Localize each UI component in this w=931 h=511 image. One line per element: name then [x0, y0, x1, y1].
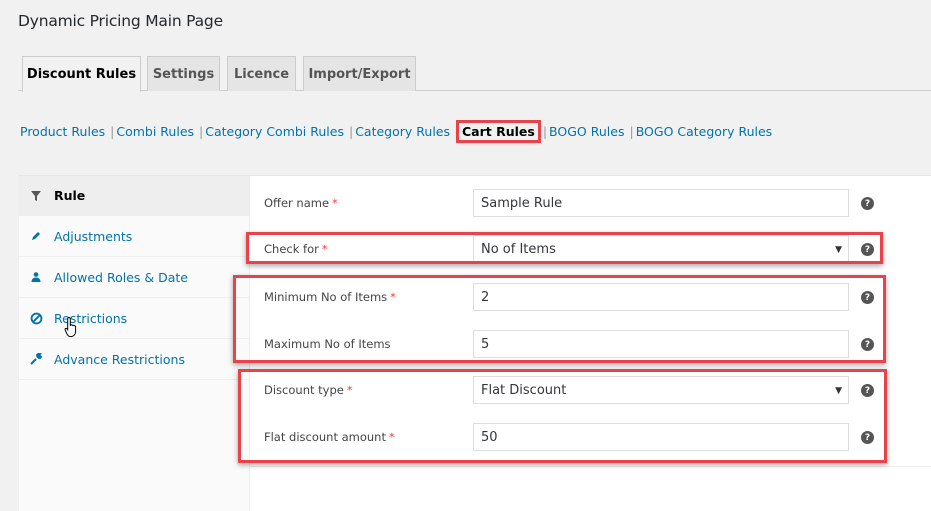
- help-icon[interactable]: ?: [861, 243, 874, 256]
- tab-settings[interactable]: Settings: [147, 56, 220, 91]
- field-maximum-items: Maximum No of Items 5 ?: [264, 329, 931, 359]
- sidebar-item-restrictions[interactable]: Restrictions: [19, 298, 249, 339]
- help-icon[interactable]: ?: [861, 291, 874, 304]
- form-divider: [251, 466, 931, 467]
- discount-type-select[interactable]: Flat Discount ▼: [473, 376, 849, 404]
- link-cart-rules[interactable]: Cart Rules: [456, 120, 541, 143]
- wrench-icon: [29, 352, 43, 366]
- link-product-rules[interactable]: Product Rules: [20, 124, 105, 139]
- help-icon[interactable]: ?: [861, 197, 874, 210]
- field-label: Discount type *: [264, 383, 353, 397]
- chevron-down-icon: ▼: [835, 245, 842, 255]
- link-bogo-category-rules[interactable]: BOGO Category Rules: [636, 124, 773, 139]
- help-icon[interactable]: ?: [861, 431, 874, 444]
- sidebar-item-adjustments[interactable]: Adjustments: [19, 216, 249, 257]
- user-icon: [29, 270, 43, 284]
- rule-type-links: Product Rules | Combi Rules | Category C…: [20, 120, 773, 143]
- field-minimum-items: Minimum No of Items * 2 ?: [264, 282, 931, 312]
- tab-licence[interactable]: Licence: [227, 56, 296, 91]
- link-bogo-rules[interactable]: BOGO Rules: [549, 124, 624, 139]
- field-label: Maximum No of Items: [264, 337, 391, 351]
- field-label: Flat discount amount *: [264, 430, 395, 444]
- rule-editor-panel: Rule Adjustments Allowed Roles & Date Re…: [18, 175, 931, 511]
- field-flat-discount-amount: Flat discount amount * 50 ?: [264, 422, 931, 452]
- field-label: Check for *: [264, 242, 328, 256]
- pencil-icon: [29, 229, 43, 243]
- help-icon[interactable]: ?: [861, 338, 874, 351]
- separator: |: [199, 124, 204, 139]
- sidebar-item-advance-restrictions[interactable]: Advance Restrictions: [19, 339, 249, 380]
- nav-tabs: Discount Rules Settings Licence Import/E…: [18, 56, 931, 92]
- sidebar-item-label: Advance Restrictions: [54, 351, 185, 367]
- link-combi-rules[interactable]: Combi Rules: [116, 124, 194, 139]
- tab-import-export[interactable]: Import/Export: [303, 56, 416, 91]
- sidebar-item-rule[interactable]: Rule: [19, 176, 249, 216]
- link-category-rules[interactable]: Category Rules: [355, 124, 450, 139]
- sidebar-item-label: Allowed Roles & Date: [54, 269, 188, 285]
- separator: |: [348, 124, 354, 139]
- field-label: Minimum No of Items *: [264, 290, 396, 304]
- link-category-combi-rules[interactable]: Category Combi Rules: [205, 124, 344, 139]
- sidebar-item-allowed-roles-date[interactable]: Allowed Roles & Date: [19, 257, 249, 298]
- minimum-items-input[interactable]: 2: [473, 283, 849, 311]
- field-label: Offer name *: [264, 196, 338, 210]
- page-title: Dynamic Pricing Main Page: [18, 12, 223, 30]
- select-value: No of Items: [481, 241, 556, 257]
- filter-icon: [29, 189, 43, 203]
- field-discount-type: Discount type * Flat Discount ▼ ?: [264, 375, 931, 405]
- offer-name-input[interactable]: Sample Rule: [473, 189, 849, 217]
- tab-discount-rules[interactable]: Discount Rules: [22, 56, 141, 92]
- ban-icon: [29, 311, 43, 325]
- rule-sidebar: Rule Adjustments Allowed Roles & Date Re…: [18, 176, 250, 511]
- help-icon[interactable]: ?: [861, 384, 874, 397]
- sidebar-item-label: Restrictions: [54, 310, 128, 326]
- separator: |: [110, 124, 115, 139]
- sidebar-item-label: Rule: [54, 188, 86, 203]
- sidebar-item-label: Adjustments: [54, 228, 133, 244]
- select-value: Flat Discount: [481, 382, 567, 398]
- flat-discount-amount-input[interactable]: 50: [473, 423, 849, 451]
- check-for-select[interactable]: No of Items ▼: [473, 235, 849, 263]
- maximum-items-input[interactable]: 5: [473, 330, 849, 358]
- separator: |: [542, 124, 548, 139]
- field-offer-name: Offer name * Sample Rule ?: [264, 188, 931, 218]
- separator: |: [629, 124, 634, 139]
- chevron-down-icon: ▼: [835, 386, 842, 396]
- field-check-for: Check for * No of Items ▼ ?: [264, 234, 931, 264]
